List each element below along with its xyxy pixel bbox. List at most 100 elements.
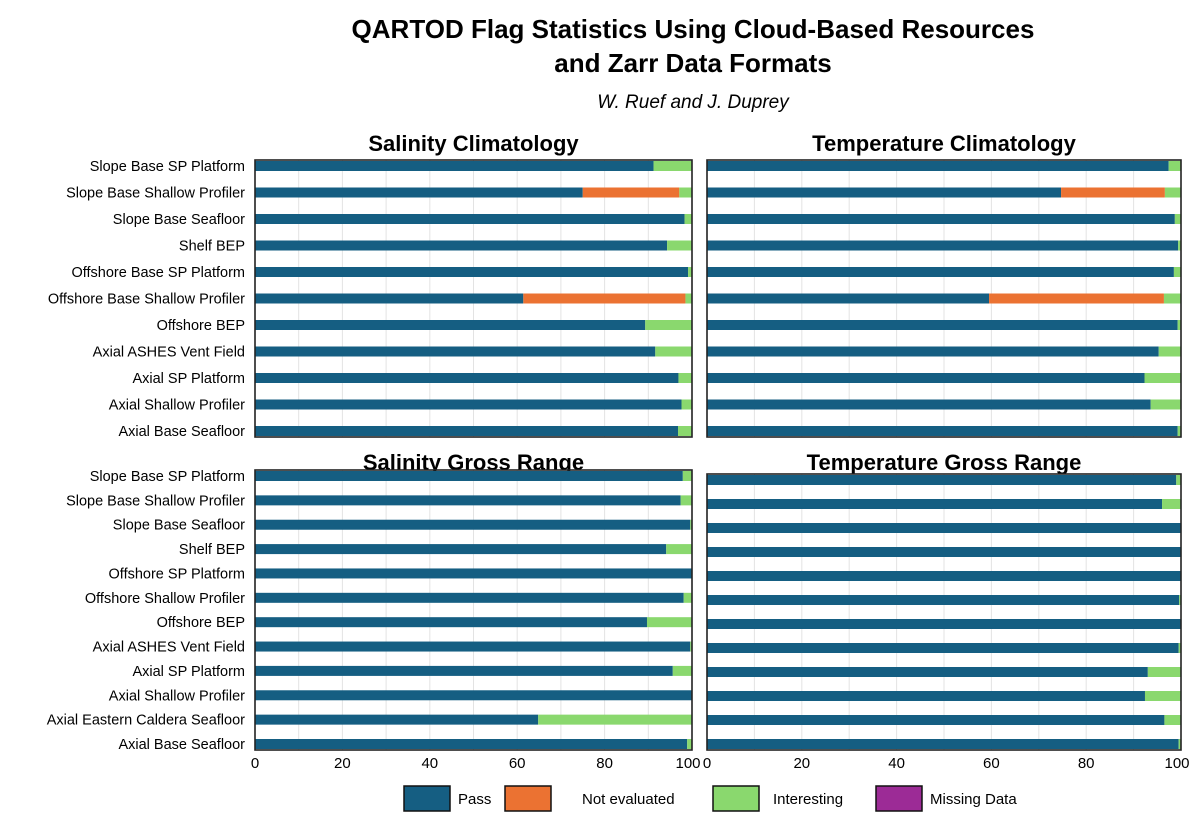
bar-segment-pass [255,267,689,277]
bar-segment-pass [255,471,683,481]
bar-segment-not-evaluated [1061,187,1165,198]
bar-segment-pass [707,571,1181,581]
category-label: Slope Base Shallow Profiler [66,186,245,202]
category-label: Shelf BEP [179,239,245,255]
bar-segment-pass [707,399,1151,410]
category-label: Offshore Base SP Platform [71,265,245,281]
bar-segment-pass [707,523,1181,533]
bar-segment-pass [255,665,673,676]
bar-segment-not-evaluated [523,293,686,304]
legend-label: Interesting [773,791,843,808]
panel-title: Temperature Gross Range [807,450,1082,475]
bar-segment-interesting [666,544,692,555]
bar-segment-pass [707,320,1178,330]
bar-segment-pass [707,499,1163,509]
bar-segment-pass [255,187,583,198]
x-tick-label: 60 [983,755,1000,772]
category-label: Axial SP Platform [132,664,245,680]
bar-segment-interesting [682,471,692,481]
category-label: Slope Base Seafloor [113,212,245,228]
bar-segment-interesting [1144,691,1181,701]
bar-segment-pass [707,346,1159,357]
bar-segment-interesting [678,426,692,436]
bar-segment-pass [255,690,692,701]
category-label: Offshore Shallow Profiler [85,591,245,607]
category-label: Axial Base Seafloor [118,737,245,753]
bar-segment-pass [707,643,1179,653]
bar-segment-pass [255,714,539,725]
legend-swatch [875,785,923,812]
bar-segment-interesting [1163,293,1181,304]
bar-segment-not-evaluated [989,293,1164,304]
bar-segment-pass [707,187,1062,198]
bar-segment-pass [707,161,1169,171]
bar-segment-pass [707,739,1179,749]
x-tick-label: 80 [1078,755,1095,772]
bar-segment-interesting [1164,715,1181,725]
legend-label: Missing Data [930,791,1017,808]
legend-swatch [504,785,552,812]
legend-label: Pass [458,791,491,808]
bar-segment-pass [255,320,646,330]
category-label: Axial Shallow Profiler [109,398,245,414]
bar-segment-pass [255,739,688,749]
bar-segment-interesting [1168,161,1181,171]
panel-title: Salinity Climatology [368,131,579,156]
bar-segment-interesting [683,592,692,603]
bar-segment-pass [707,619,1181,629]
bar-segment-pass [707,475,1177,485]
bar-segment-pass [255,495,681,506]
panel-title: Temperature Climatology [812,131,1076,156]
bar-segment-interesting [680,495,692,506]
bar-segment-pass [255,544,667,555]
category-label: Axial ASHES Vent Field [93,345,245,361]
bar-segment-interesting [1158,346,1181,357]
bar-segment-interesting [1173,267,1181,277]
bar-segment-pass [707,691,1145,701]
bar-segment-pass [707,715,1165,725]
bar-segment-pass [255,592,684,603]
bar-segment-pass [707,595,1180,605]
bar-segment-interesting [684,214,692,224]
bar-segment-pass [255,373,679,383]
bar-segment-pass [707,547,1181,557]
bar-segment-interesting [1150,399,1181,410]
x-tick-label: 40 [421,755,438,772]
bar-segment-interesting [1162,499,1181,509]
category-label: Slope Base Shallow Profiler [66,493,245,509]
category-label: Slope Base SP Platform [90,469,245,485]
bar-segment-interesting [679,187,692,198]
category-label: Axial ASHES Vent Field [93,640,245,656]
x-tick-label: 100 [1164,755,1189,772]
bar-segment-interesting [1147,667,1181,677]
bar-segment-interesting [678,373,692,383]
bar-segment-interesting [1164,187,1181,198]
legend-label: Not evaluated [582,791,675,808]
bar-segment-interesting [672,665,692,676]
bar-segment-pass [707,240,1179,251]
bar-segment-pass [255,214,685,224]
bar-segment-pass [255,346,656,357]
x-tick-label: 60 [509,755,526,772]
bar-segment-pass [255,568,692,579]
bar-segment-interesting [653,161,692,171]
category-label: Offshore BEP [157,615,245,631]
bar-segment-not-evaluated [582,187,680,198]
x-tick-label: 20 [793,755,810,772]
x-tick-label: 100 [675,755,700,772]
bar-segment-pass [255,161,654,171]
legend-swatch [403,785,451,812]
bar-segment-interesting [681,399,692,410]
bar-segment-pass [707,267,1174,277]
x-tick-label: 80 [596,755,613,772]
bar-segment-pass [255,240,668,251]
category-label: Offshore Base Shallow Profiler [48,292,245,308]
bar-segment-interesting [1174,214,1181,224]
bar-segment-pass [707,373,1145,383]
bar-segment-pass [255,426,679,436]
bar-segment-pass [255,399,682,410]
bar-segment-pass [255,519,691,530]
x-tick-label: 40 [888,755,905,772]
bar-segment-interesting [646,617,692,628]
x-tick-label: 0 [251,755,259,772]
